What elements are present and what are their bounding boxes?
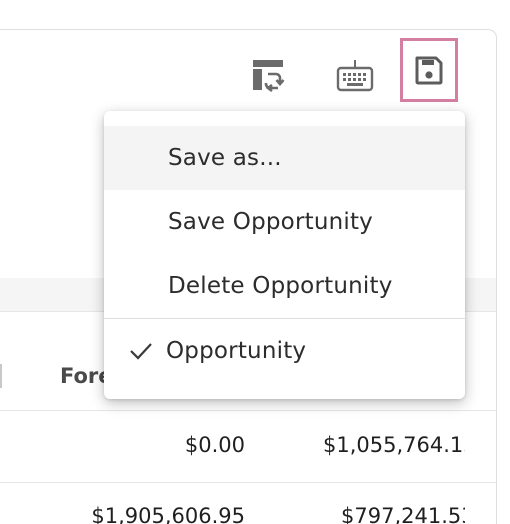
- keyboard-icon[interactable]: [334, 56, 376, 94]
- table-cell: $0.00: [184, 433, 245, 457]
- table-cell-clip: $797,241.53: [260, 502, 465, 524]
- menu-item-save-opportunity[interactable]: Save Opportunity: [104, 190, 465, 254]
- menu-item-save-as[interactable]: Save as...: [104, 126, 465, 190]
- table-cell: $797,241.53: [341, 504, 465, 524]
- menu-item-delete-opportunity[interactable]: Delete Opportunity: [104, 254, 465, 318]
- table-cell-clip: $1,055,764.15: [260, 431, 465, 471]
- menu-item-label: Opportunity: [166, 338, 307, 364]
- menu-item-opportunity[interactable]: Opportunity: [104, 319, 465, 383]
- row-divider: [0, 410, 496, 411]
- screen: Fore $0.00 $1,055,764.15 $1,905,606.95 $…: [0, 0, 510, 524]
- check-icon: [128, 340, 154, 362]
- save-menu: Save as... Save Opportunity Delete Oppor…: [104, 111, 465, 399]
- table-cell: $1,905,606.95: [91, 504, 245, 524]
- floppy-disk-icon: [415, 56, 443, 85]
- pivot-table-icon[interactable]: [248, 55, 288, 95]
- table-cell: $1,055,764.15: [323, 433, 465, 457]
- row-divider: [0, 482, 496, 483]
- column-resize-handle[interactable]: [0, 364, 6, 388]
- save-button[interactable]: [400, 38, 458, 102]
